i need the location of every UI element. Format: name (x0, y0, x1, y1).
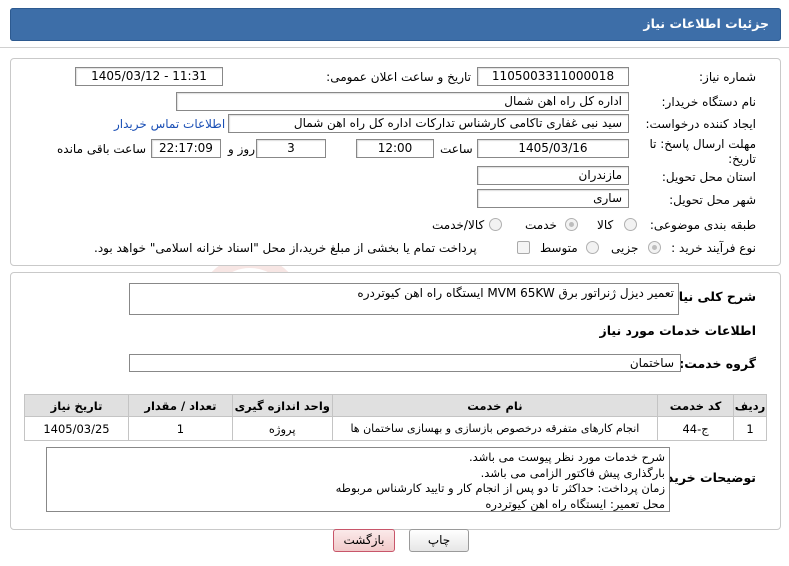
days-label: روز و (228, 142, 255, 156)
services-section-title: اطلاعات خدمات مورد نیاز (599, 323, 757, 338)
creator-label: ایجاد کننده درخواست: (645, 117, 756, 131)
remaining-time-field[interactable]: 22:17:09 (151, 139, 221, 158)
buyer-notes-textarea[interactable]: شرح خدمات مورد نظر پیوست می باشد. بارگذا… (46, 447, 670, 512)
print-button[interactable]: چاپ (409, 529, 469, 552)
cell-date: 1405/03/25 (24, 416, 129, 441)
col-name: نام خدمت (331, 394, 659, 417)
treasury-checkbox[interactable] (517, 241, 530, 254)
table-header-row: ردیف کد خدمت نام خدمت واحد اندازه گیری ت… (24, 394, 767, 417)
summary-label: شرح کلی نیاز: (666, 289, 756, 304)
buyer-org-field[interactable]: اداره کل راه اهن شمال (176, 92, 629, 111)
buyer-contact-link[interactable]: اطلاعات تماس خریدار (114, 117, 225, 131)
category-option-both: کالا/خدمت (432, 218, 485, 232)
purchase-radio-minor[interactable] (648, 241, 661, 254)
cell-name: انجام کارهای متفرقه درخصوص بازسازی و بهس… (331, 416, 659, 441)
cell-qty: 1 (127, 416, 233, 441)
province-label: استان محل تحویل: (661, 170, 756, 184)
deadline-time-field[interactable]: 12:00 (356, 139, 434, 158)
announce-label: تاریخ و ساعت اعلان عمومی: (326, 70, 471, 84)
purchase-option-medium: متوسط (540, 241, 578, 255)
summary-textarea[interactable]: تعمیر دیزل ژنراتور برق MVM 65KW ایستگاه … (129, 283, 679, 315)
table-row: 1 ج-44 انجام کارهای متفرقه درخصوص بازساز… (24, 416, 767, 441)
cell-code: ج-44 (657, 416, 735, 441)
service-group-field[interactable]: ساختمان (129, 354, 681, 372)
creator-field[interactable]: سید نبی غفاری تاکامی کارشناس تدارکات ادا… (228, 114, 629, 133)
cell-unit: پروژه (231, 416, 333, 441)
category-radio-both[interactable] (489, 218, 502, 231)
payment-note: پرداخت تمام یا بخشی از مبلغ خرید،از محل … (94, 241, 477, 255)
service-group-label: گروه خدمت: (679, 356, 756, 371)
col-qty: تعداد / مقدار (127, 394, 233, 417)
need-number-label: شماره نیاز: (699, 70, 756, 84)
buyer-note-line: بارگذاری پیش فاکتور الزامی می باشد. (480, 465, 665, 480)
time-label: ساعت (440, 142, 473, 156)
deadline-date-field[interactable]: 1405/03/16 (477, 139, 629, 158)
buyer-note-line: زمان پرداخت: حداکثر تا دو پس از انجام کا… (335, 481, 665, 495)
category-radio-service[interactable] (565, 218, 578, 231)
purchase-radio-medium[interactable] (586, 241, 599, 254)
city-label: شهر محل تحویل: (669, 193, 756, 207)
need-number-field[interactable]: 1105003311000018 (477, 67, 629, 86)
col-code: کد خدمت (657, 394, 735, 417)
city-field[interactable]: ساری (477, 189, 629, 208)
col-date: تاریخ نیاز (24, 394, 129, 417)
back-button[interactable]: بازگشت (333, 529, 395, 552)
province-field[interactable]: مازندران (477, 166, 629, 185)
col-row: ردیف (733, 394, 767, 417)
category-option-service: خدمت (525, 218, 557, 232)
purchase-type-label: نوع فرآیند خرید : (671, 241, 756, 255)
page-title: جزئیات اطلاعات نیاز (643, 16, 769, 31)
announce-field[interactable]: 1405/03/12 - 11:31 (75, 67, 223, 86)
buyer-org-label: نام دستگاه خریدار: (661, 95, 757, 109)
category-label: طبقه بندی موضوعی: (649, 218, 756, 232)
cell-row: 1 (733, 416, 767, 441)
category-radio-goods[interactable] (624, 218, 637, 231)
title-bar: جزئیات اطلاعات نیاز (0, 0, 789, 48)
buyer-note-line: شرح خدمات مورد نظر پیوست می باشد. (468, 450, 665, 464)
deadline-label: مهلت ارسال پاسخ: تا تاریخ: (649, 137, 756, 166)
title-box: جزئیات اطلاعات نیاز (10, 8, 781, 41)
category-option-goods: کالا (597, 218, 614, 232)
services-table: ردیف کد خدمت نام خدمت واحد اندازه گیری ت… (24, 394, 767, 441)
remaining-label: ساعت باقی مانده (57, 142, 147, 156)
buyer-note-line: محل تعمیر: ایستگاه راه اهن کیوتردره (485, 496, 665, 511)
purchase-option-minor: جزیی (611, 241, 639, 255)
days-field[interactable]: 3 (256, 139, 326, 158)
col-unit: واحد اندازه گیری (231, 394, 333, 417)
